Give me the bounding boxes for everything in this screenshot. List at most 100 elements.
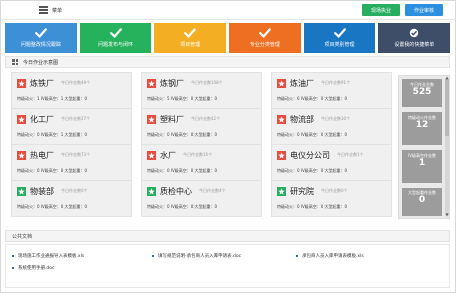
stat-value: 12 (415, 120, 429, 130)
card-materials-dept[interactable]: 物装部 今日作业数0个 特级动火：0 IV级高空：0 大型起重：0 (11, 180, 132, 217)
top-bar: 菜单 现场执业 作业审核 (1, 1, 455, 20)
card-water-plant[interactable]: 水厂 今日作业数16个 特级动火：0 IV级高空：0 大型起重：0 (141, 144, 262, 181)
docs-list: 现场施工作业通报导入表模板.xls 填写规范说明-承包商人员入库申请表.doc … (5, 244, 450, 288)
tile-label: 问题整改情况跟踪 (20, 42, 61, 48)
card-metrics: 特级动火：0 IV级高空：0 大型起重：0 (147, 132, 218, 137)
card-name: 电仪分公司 (290, 150, 330, 160)
card-today-count: 今日作业数30个 (321, 116, 351, 121)
menu-icon (39, 6, 48, 14)
doc-name: 承包商人员入库申请表模板.xls (302, 254, 364, 259)
card-today-count: 今日作业数108个 (191, 80, 223, 85)
tile-label: 项目管理 (180, 42, 201, 48)
doc-link[interactable]: 现场施工作业通报导入表模板.xls (12, 253, 84, 259)
card-today-count: 今日作业数1个 (337, 152, 364, 157)
dashboard-page: 菜单 现场执业 作业审核 问题整改情况跟踪 问题发布与闭环 项目管理 专业分类管… (0, 0, 456, 293)
tile-shortcut-settings[interactable]: 设置我的快捷菜单 (378, 23, 451, 53)
card-steelworks[interactable]: 炼钢厂 今日作业数108个 特级动火：5 IV级高空：0 大型起重：0 (141, 72, 262, 109)
card-today-count: 今日作业数4个 (199, 188, 226, 193)
scrollbar-thumb[interactable] (445, 80, 449, 136)
site-work-button[interactable]: 现场执业 (362, 4, 400, 16)
today-work-header: 今日作业示意图 (5, 56, 450, 68)
star-icon (147, 150, 156, 160)
stat-value: 1 (418, 158, 426, 168)
tile-label: 项目类别管理 (324, 42, 355, 48)
stat-lifting-work: 大型起重作业数 0 (402, 188, 442, 216)
stats-panel: 今日作业总数 525 特级动火作业数 12 IV级高空作业数 1 大型起重作业数… (398, 75, 450, 219)
card-metrics: 特级动火：0 IV级高空：0 大型起重：0 (277, 132, 348, 137)
card-name: 塑料厂 (160, 114, 184, 124)
doc-link[interactable]: 承包商人员入库申请表模板.xls (296, 253, 364, 259)
card-today-count: 今日作业数73个 (61, 152, 91, 157)
plant-cards: 炼铁厂 今日作业数49个 特级动火：1 IV级高空：1 大型起重：0 炼钢厂 今… (11, 72, 392, 217)
star-icon (277, 150, 286, 160)
scroll-down-icon[interactable]: ▼ (445, 213, 449, 217)
card-metrics: 特级动火：0 IV级高空：1 大型起重：0 (17, 132, 88, 137)
tile-project-type-management[interactable]: 项目类别管理 (303, 23, 376, 53)
card-today-count: 今日作业数49个 (61, 80, 91, 85)
card-power-plant[interactable]: 热电厂 今日作业数73个 特级动火：0 IV级高空：0 大型起重：0 (11, 144, 132, 181)
doc-link[interactable]: 填写规范说明-承包商人员入库申请表.doc (152, 253, 241, 259)
card-metrics: 特级动火：1 IV级高空：1 大型起重：0 (17, 96, 88, 101)
docs-title: 公共文档 (12, 233, 33, 240)
star-icon (147, 78, 156, 88)
card-metrics: 特级动火：0 IV级高空：0 大型起重：0 (277, 168, 348, 173)
card-name: 热电厂 (30, 150, 54, 160)
card-today-count: 今日作业数27个 (61, 116, 91, 121)
tile-label: 问题发布与闭环 (98, 42, 134, 48)
card-metrics: 特级动火：0 IV级高空：0 大型起重：0 (147, 168, 218, 173)
card-metrics: 特级动火：0 IV级高空：0 大型起重：0 (147, 204, 218, 209)
docs-header: 公共文档 (5, 230, 450, 242)
work-review-button[interactable]: 作业审核 (405, 4, 443, 16)
settings-icon (409, 28, 419, 38)
card-refinery[interactable]: 炼油厂 今日作业数91个 特级动火：6 IV级高空：0 大型起重：0 (271, 72, 392, 109)
card-logistics[interactable]: 物流部 今日作业数30个 特级动火：0 IV级高空：0 大型起重：0 (271, 108, 392, 145)
card-ironworks[interactable]: 炼铁厂 今日作业数49个 特级动火：1 IV级高空：1 大型起重：0 (11, 72, 132, 109)
card-today-count: 今日作业数0个 (61, 188, 88, 193)
check-icon (258, 28, 271, 38)
check-icon (184, 28, 197, 38)
card-chemical-plant[interactable]: 化工厂 今日作业数27个 特级动火：0 IV级高空：1 大型起重：0 (11, 108, 132, 145)
star-icon (17, 78, 26, 88)
check-icon (34, 28, 47, 38)
tile-issue-publish[interactable]: 问题发布与闭环 (79, 23, 152, 53)
star-icon (17, 186, 26, 196)
card-qc-center[interactable]: 质检中心 今日作业数4个 特级动火：0 IV级高空：0 大型起重：0 (141, 180, 262, 217)
stat-total-work: 今日作业总数 525 (402, 79, 442, 107)
tile-issue-tracking[interactable]: 问题整改情况跟踪 (5, 23, 77, 53)
card-name: 物装部 (30, 186, 54, 196)
stat-value: 0 (418, 195, 426, 205)
card-name: 炼油厂 (290, 78, 314, 88)
card-today-count: 今日作业数42个 (191, 116, 221, 121)
card-name: 质检中心 (160, 186, 192, 196)
bullet-icon (152, 255, 154, 257)
card-name: 化工厂 (30, 114, 54, 124)
card-today-count: 今日作业数91个 (321, 80, 351, 85)
card-name: 研究院 (290, 186, 314, 196)
doc-name: 系统使用手册.doc (18, 266, 55, 271)
bullet-icon (12, 267, 14, 269)
star-icon (147, 186, 156, 196)
card-metrics: 特级动火：0 IV级高空：0 大型起重：0 (17, 204, 88, 209)
card-research-institute[interactable]: 研究院 今日作业数0个 特级动火：0 IV级高空：0 大型起重：0 (271, 180, 392, 217)
stat-value: 525 (412, 87, 432, 97)
tile-project-management[interactable]: 项目管理 (154, 23, 227, 53)
scroll-up-icon[interactable]: ▲ (445, 76, 449, 80)
star-icon (277, 114, 286, 124)
section-title: 今日作业示意图 (23, 59, 59, 66)
star-icon (277, 78, 286, 88)
star-icon (17, 150, 26, 160)
card-name: 炼铁厂 (30, 78, 54, 88)
card-today-count: 今日作业数16个 (183, 152, 213, 157)
check-icon (109, 28, 122, 38)
tile-category-management[interactable]: 专业分类管理 (229, 23, 301, 53)
tile-label: 设置我的快捷菜单 (394, 42, 435, 48)
card-electrical-branch[interactable]: 电仪分公司 今日作业数1个 特级动火：0 IV级高空：0 大型起重：0 (271, 144, 392, 181)
star-icon (17, 114, 26, 124)
doc-link[interactable]: 系统使用手册.doc (12, 265, 55, 271)
quick-tiles: 问题整改情况跟踪 问题发布与闭环 项目管理 专业分类管理 项目类别管理 设置我的… (5, 23, 451, 53)
menu-button[interactable]: 菜单 (39, 5, 62, 15)
card-plastics-plant[interactable]: 塑料厂 今日作业数42个 特级动火：0 IV级高空：0 大型起重：0 (141, 108, 262, 145)
card-name: 炼钢厂 (160, 78, 184, 88)
stat-hot-work: 特级动火作业数 12 (402, 112, 442, 145)
doc-name: 现场施工作业通报导入表模板.xls (18, 254, 85, 259)
